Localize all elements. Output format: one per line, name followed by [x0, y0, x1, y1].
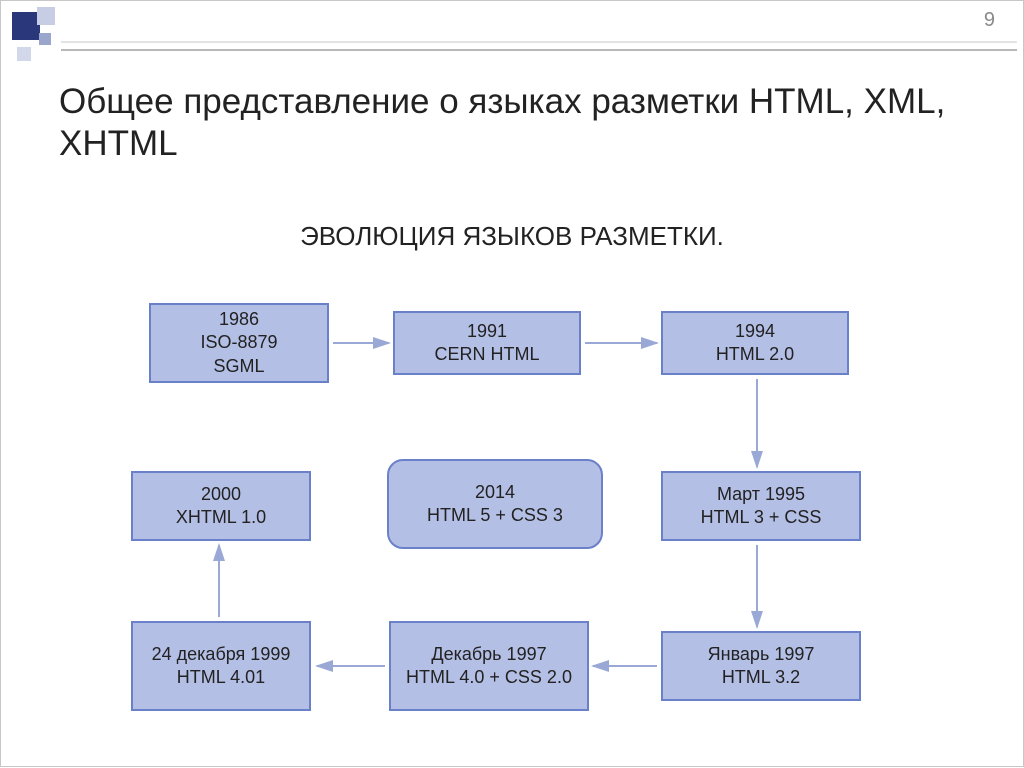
node-sgml: 1986ISO-8879SGML: [149, 303, 329, 383]
slide-title: Общее представление о языках разметки HT…: [59, 81, 973, 165]
slide-subtitle: ЭВОЛЮЦИЯ ЯЗЫКОВ РАЗМЕТКИ.: [1, 221, 1023, 252]
node-html40-css20: Декабрь 1997HTML 4.0 + CSS 2.0: [389, 621, 589, 711]
square-icon: [39, 33, 51, 45]
corner-decoration: [7, 7, 63, 63]
node-cern-html: 1991CERN HTML: [393, 311, 581, 375]
node-html401: 24 декабря 1999HTML 4.01: [131, 621, 311, 711]
slide: 9 Общее представление о языках разметки …: [0, 0, 1024, 767]
node-html32: Январь 1997HTML 3.2: [661, 631, 861, 701]
page-number: 9: [984, 9, 995, 32]
square-icon: [37, 7, 55, 25]
node-html3-css: Март 1995HTML 3 + CSS: [661, 471, 861, 541]
square-icon: [17, 47, 31, 61]
node-html5-css3: 2014HTML 5 + CSS 3: [387, 459, 603, 549]
node-xhtml10: 2000XHTML 1.0: [131, 471, 311, 541]
square-icon: [12, 12, 40, 40]
node-html20: 1994HTML 2.0: [661, 311, 849, 375]
header-divider: [61, 41, 1017, 51]
